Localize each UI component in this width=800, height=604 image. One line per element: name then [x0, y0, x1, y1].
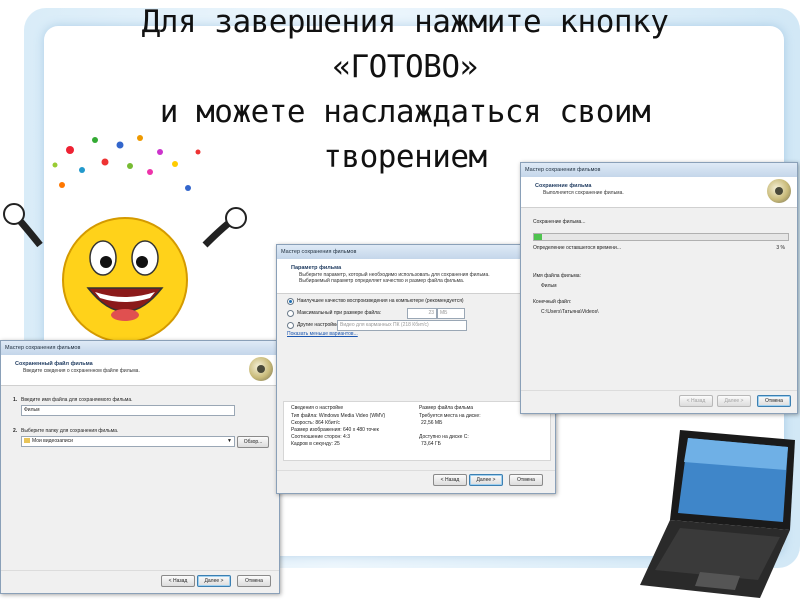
- back-button[interactable]: < Назад: [433, 474, 467, 486]
- size-required-label: Требуется места на диске:: [419, 413, 481, 419]
- option-best-quality-label: Наилучшее качество воспроизведения на ко…: [297, 298, 464, 304]
- header-title: Сохраненный файл фильма: [15, 361, 93, 367]
- cancel-button[interactable]: Отмена: [509, 474, 543, 486]
- smiley-icon: [3, 135, 247, 343]
- film-reel-icon: [249, 357, 273, 381]
- film-reel-icon: [767, 179, 791, 203]
- settings-line: Скорость: 864 Кбит/с: [291, 420, 340, 426]
- dialog-titlebar: Мастер сохранения фильмов: [277, 245, 555, 259]
- back-button[interactable]: < Назад: [161, 575, 195, 587]
- dialog-header: Сохраненный файл фильма Введите сведения…: [1, 355, 279, 386]
- next-button[interactable]: Далее >: [717, 395, 751, 407]
- cancel-button[interactable]: Отмена: [757, 395, 791, 407]
- folder-value: Мои видеозаписи: [32, 438, 73, 444]
- title-line-2: «ГОТОВО»: [332, 49, 478, 85]
- dialog-movie-setting: Мастер сохранения фильмов Параметр фильм…: [276, 244, 556, 494]
- laptop-icon: [640, 430, 795, 598]
- more-options-link[interactable]: Показать меньше вариантов...: [287, 331, 358, 337]
- header-subtitle: Выполняется сохранение фильма.: [543, 190, 624, 196]
- back-button[interactable]: < Назад: [679, 395, 713, 407]
- header-title: Параметр фильма: [291, 265, 342, 271]
- header-subtitle-2: Выбираемый параметр определяет качество …: [299, 278, 465, 284]
- smiley-illustration: [0, 130, 260, 370]
- dialog-header: Сохранение фильма Выполняется сохранение…: [521, 177, 797, 208]
- option-best-quality-radio[interactable]: [287, 298, 294, 305]
- dialog-save-file: Мастер сохранения фильмов Сохраненный фа…: [0, 340, 280, 594]
- other-settings-select[interactable]: Видео для карманных ПК (218 Кбит/с): [337, 320, 467, 331]
- dialog-titlebar: Мастер сохранения фильмов: [521, 163, 797, 177]
- settings-line: Тип файла: Windows Media Video (WMV): [291, 413, 386, 419]
- option-other-label: Другие настройки:: [297, 322, 340, 328]
- progress-percent: 3 %: [776, 245, 785, 251]
- dialog-header: Параметр фильма Выберите параметр, котор…: [277, 259, 555, 294]
- option-max-size-radio[interactable]: [287, 310, 294, 317]
- movie-name-label: Имя файла фильма:: [533, 273, 581, 279]
- next-button[interactable]: Далее >: [469, 474, 503, 486]
- max-size-stepper[interactable]: 23: [407, 308, 437, 319]
- settings-heading: Сведения о настройке: [291, 405, 344, 411]
- settings-line: Кадров в секунду: 25: [291, 441, 340, 447]
- dialog-button-bar: [521, 390, 797, 413]
- step1-label: Введите имя файла для сохраняемого фильм…: [21, 397, 133, 403]
- max-size-unit-select[interactable]: МБ: [437, 308, 465, 319]
- cancel-button[interactable]: Отмена: [237, 575, 271, 587]
- dialog-titlebar: Мастер сохранения фильмов: [1, 341, 279, 355]
- folder-icon: [24, 438, 30, 444]
- settings-line: Размер изображения: 640 x 480 точек: [291, 427, 379, 433]
- next-button[interactable]: Далее >: [197, 575, 231, 587]
- remaining-time-label: Определение оставшегося времени...: [533, 245, 621, 251]
- size-available-value: 73,64 ГБ: [421, 441, 441, 447]
- destination-label: Конечный файл:: [533, 299, 572, 305]
- saving-label: Сохранение фильма...: [533, 219, 586, 225]
- step1-number: 1.: [13, 397, 18, 403]
- save-progress-fill: [534, 234, 542, 240]
- file-size-heading: Размер файла фильма: [419, 405, 473, 411]
- size-required-value: 22,56 МБ: [421, 420, 443, 426]
- option-other-radio[interactable]: [287, 322, 294, 329]
- step2-label: Выберите папку для сохранения фильма.: [21, 428, 119, 434]
- title-line-1: Для завершения нажмите кнопку: [141, 4, 669, 40]
- dialog-saving-progress: Мастер сохранения фильмов Сохранение фил…: [520, 162, 798, 414]
- step2-number: 2.: [13, 428, 18, 434]
- option-max-size-label: Максимальный при размере файла:: [297, 310, 382, 316]
- folder-select[interactable]: Мои видеозаписи ▼: [21, 436, 235, 447]
- size-available-label: Доступно на диске C:: [419, 434, 469, 440]
- header-subtitle: Введите сведения о сохраненном файле фил…: [23, 368, 140, 374]
- header-title: Сохранение фильма: [535, 183, 592, 189]
- laptop-illustration: [640, 420, 800, 600]
- settings-line: Соотношение сторон: 4:3: [291, 434, 350, 440]
- movie-name-value: Фильм: [541, 283, 557, 289]
- browse-button[interactable]: Обзор...: [237, 436, 269, 448]
- destination-value: C:\Users\Татьяна\Videos\: [541, 309, 599, 315]
- chevron-down-icon: ▼: [227, 438, 232, 444]
- filename-input[interactable]: Фильм: [21, 405, 235, 416]
- title-line-3: и можете наслаждаться своим: [159, 94, 651, 130]
- save-progress-bar: [533, 233, 789, 241]
